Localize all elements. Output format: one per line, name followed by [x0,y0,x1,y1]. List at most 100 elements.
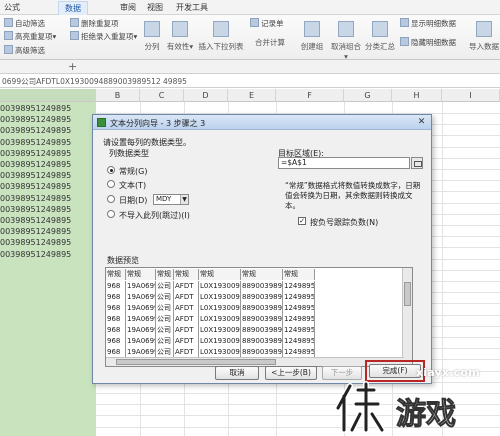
validation-button[interactable]: 有效性▾ [164,21,196,52]
hide-detail-button[interactable]: 隐藏明细数据 [400,37,456,48]
preview-cell: L0X1930094 [200,325,241,336]
column-a-cell[interactable]: 00398951249895 [0,126,71,135]
ungroup-icon [338,21,354,37]
ribbon: 自动筛选 删除重复项 高亮重复项▾ 拒绝录入重复项▾ 高级筛选 分列 有效性▾ … [0,15,500,61]
watermark-text: 游戏 [396,397,456,432]
cancel-button[interactable]: 取消 [215,366,259,380]
import-data-button[interactable]: 导入数据 [468,21,500,52]
preview-header-cell[interactable]: 常规 [283,269,315,280]
show-detail-button[interactable]: 显示明细数据 [400,18,456,29]
column-header-c[interactable]: C [140,89,184,102]
column-header-g[interactable]: G [344,89,392,102]
subtotal-icon [372,21,388,37]
ungroup-button[interactable]: 取消组合▾ [330,21,362,61]
column-a-cell[interactable]: 00398951249895 [0,171,71,180]
preview-cell: 8890039895 [242,325,283,336]
column-a-cell[interactable]: 00398951249895 [0,194,71,203]
column-header-a[interactable] [0,89,96,102]
radio-date[interactable] [107,195,115,203]
column-a-cell[interactable]: 00398951249895 [0,138,71,147]
preview-header-cell[interactable]: 常规 [106,269,126,280]
scroll-thumb[interactable] [116,359,276,365]
preview-cell: 968 [106,281,126,292]
radio-general[interactable] [107,166,115,174]
column-a-cell[interactable]: 00398951249895 [0,160,71,169]
auto-filter-button[interactable]: 自动筛选 [4,18,45,29]
preview-cell: 8890039895 [242,314,283,325]
preview-header-cell[interactable]: 常规 [199,269,241,280]
column-header-h[interactable]: H [392,89,442,102]
preview-cell: 19A0699 [127,325,156,336]
hide-detail-icon [400,37,409,46]
preview-cell: L0X1930094 [200,303,241,314]
radio-date-label: 日期(D) [119,196,148,205]
column-a-cell[interactable]: 00398951249895 [0,149,71,158]
preview-vertical-scrollbar[interactable] [402,268,412,366]
column-header-f[interactable]: F [276,89,344,102]
preview-row: 96819A0699公司AFDTL0X193009488900398951249… [106,292,315,303]
column-a-cell[interactable]: 00398951249895 [0,104,71,113]
column-a-cell[interactable]: 00398951249895 [0,227,71,236]
preview-cell: 19A0699 [127,303,156,314]
date-format-select[interactable]: MDY ▼ [153,194,189,205]
dialog-title-bar[interactable]: 文本分列向导 - 3 步骤之 3 ✕ [93,115,431,130]
split-columns-icon [144,21,160,37]
highlight-duplicates-button[interactable]: 高亮重复项▾ [4,31,56,42]
subtotal-button[interactable]: 分类汇总 [364,21,396,52]
column-a-cell[interactable]: 00398951249895 [0,115,71,124]
tab-data[interactable]: 数据 [58,1,88,15]
back-button[interactable]: <上一步(B) [265,366,317,380]
scroll-thumb[interactable] [404,282,411,306]
remove-duplicates-button[interactable]: 删除重复项 [70,18,119,29]
radio-text[interactable] [107,180,115,188]
column-header-e[interactable]: E [228,89,276,102]
column-a-cell[interactable]: 00398951249895 [0,216,71,225]
reject-duplicates-button[interactable]: 拒绝录入重复项▾ [70,31,137,42]
preview-cell: 8890039895 [242,336,283,347]
tab-view[interactable]: 视图 [147,2,163,13]
preview-header-row: 常规 常规 常规 常规 常规 常规 常规 [106,269,315,280]
column-a-cell[interactable]: 00398951249895 [0,250,71,259]
close-icon[interactable]: ✕ [416,117,427,127]
column-a-cell[interactable]: 00398951249895 [0,182,71,191]
column-header-i[interactable]: I [442,89,500,102]
preview-header-cell[interactable]: 常规 [156,269,174,280]
preview-cell: 1249895 [284,336,315,347]
tab-formula[interactable]: 公式 [4,2,20,13]
preview-header-cell[interactable]: 常规 [126,269,156,280]
record-form-button[interactable]: 记录单 [250,18,284,29]
preview-cell: 公司 [156,303,174,314]
formula-bar[interactable]: 0699公司AFDTL0X1930094889003989512 49895 [0,75,500,88]
radio-skip-label: 不导入此列(跳过)(I) [119,211,190,220]
range-picker-icon[interactable] [411,157,423,169]
advanced-filter-button[interactable]: 高级筛选 [4,45,45,56]
show-detail-icon [400,18,409,27]
column-header-b[interactable]: B [96,89,140,102]
preview-header-cell[interactable]: 常规 [241,269,283,280]
new-tab-icon[interactable]: + [68,60,77,73]
preview-header-cell[interactable]: 常规 [174,269,199,280]
consolidate-button[interactable]: 合并计算 [250,37,290,48]
preview-cell: L0X1930094 [200,292,241,303]
preview-row: 96819A0699公司AFDTL0X193009488900398951249… [106,281,315,292]
preview-cell: 1249895 [284,281,315,292]
column-a-cell[interactable]: 00398951249895 [0,205,71,214]
target-area-input[interactable]: =$A$1 [278,157,410,169]
radio-skip[interactable] [107,210,115,218]
column-a-cell[interactable]: 00398951249895 [0,238,71,247]
tab-developer[interactable]: 开发工具 [176,2,208,13]
column-header-d[interactable]: D [184,89,228,102]
create-group-button[interactable]: 创建组 [296,21,328,52]
reject-icon [70,31,79,40]
validation-icon [172,21,188,37]
insert-dropdown-button[interactable]: 插入下拉列表 [196,21,246,52]
preview-horizontal-scrollbar[interactable] [106,357,404,366]
text-to-columns-dialog: 文本分列向导 - 3 步骤之 3 ✕ 请设置每列的数据类型。 列数据类型 常规(… [92,114,432,384]
tab-review[interactable]: 审阅 [120,2,136,13]
preview-row: 96819A0699公司AFDTL0X193009488900398951249… [106,336,315,347]
preview-cell: 19A0699 [127,292,156,303]
negative-sign-checkbox[interactable]: ✓ [298,217,306,225]
group-icon [304,21,320,37]
preview-cell: AFDT [174,314,199,325]
preview-cell: AFDT [174,336,199,347]
